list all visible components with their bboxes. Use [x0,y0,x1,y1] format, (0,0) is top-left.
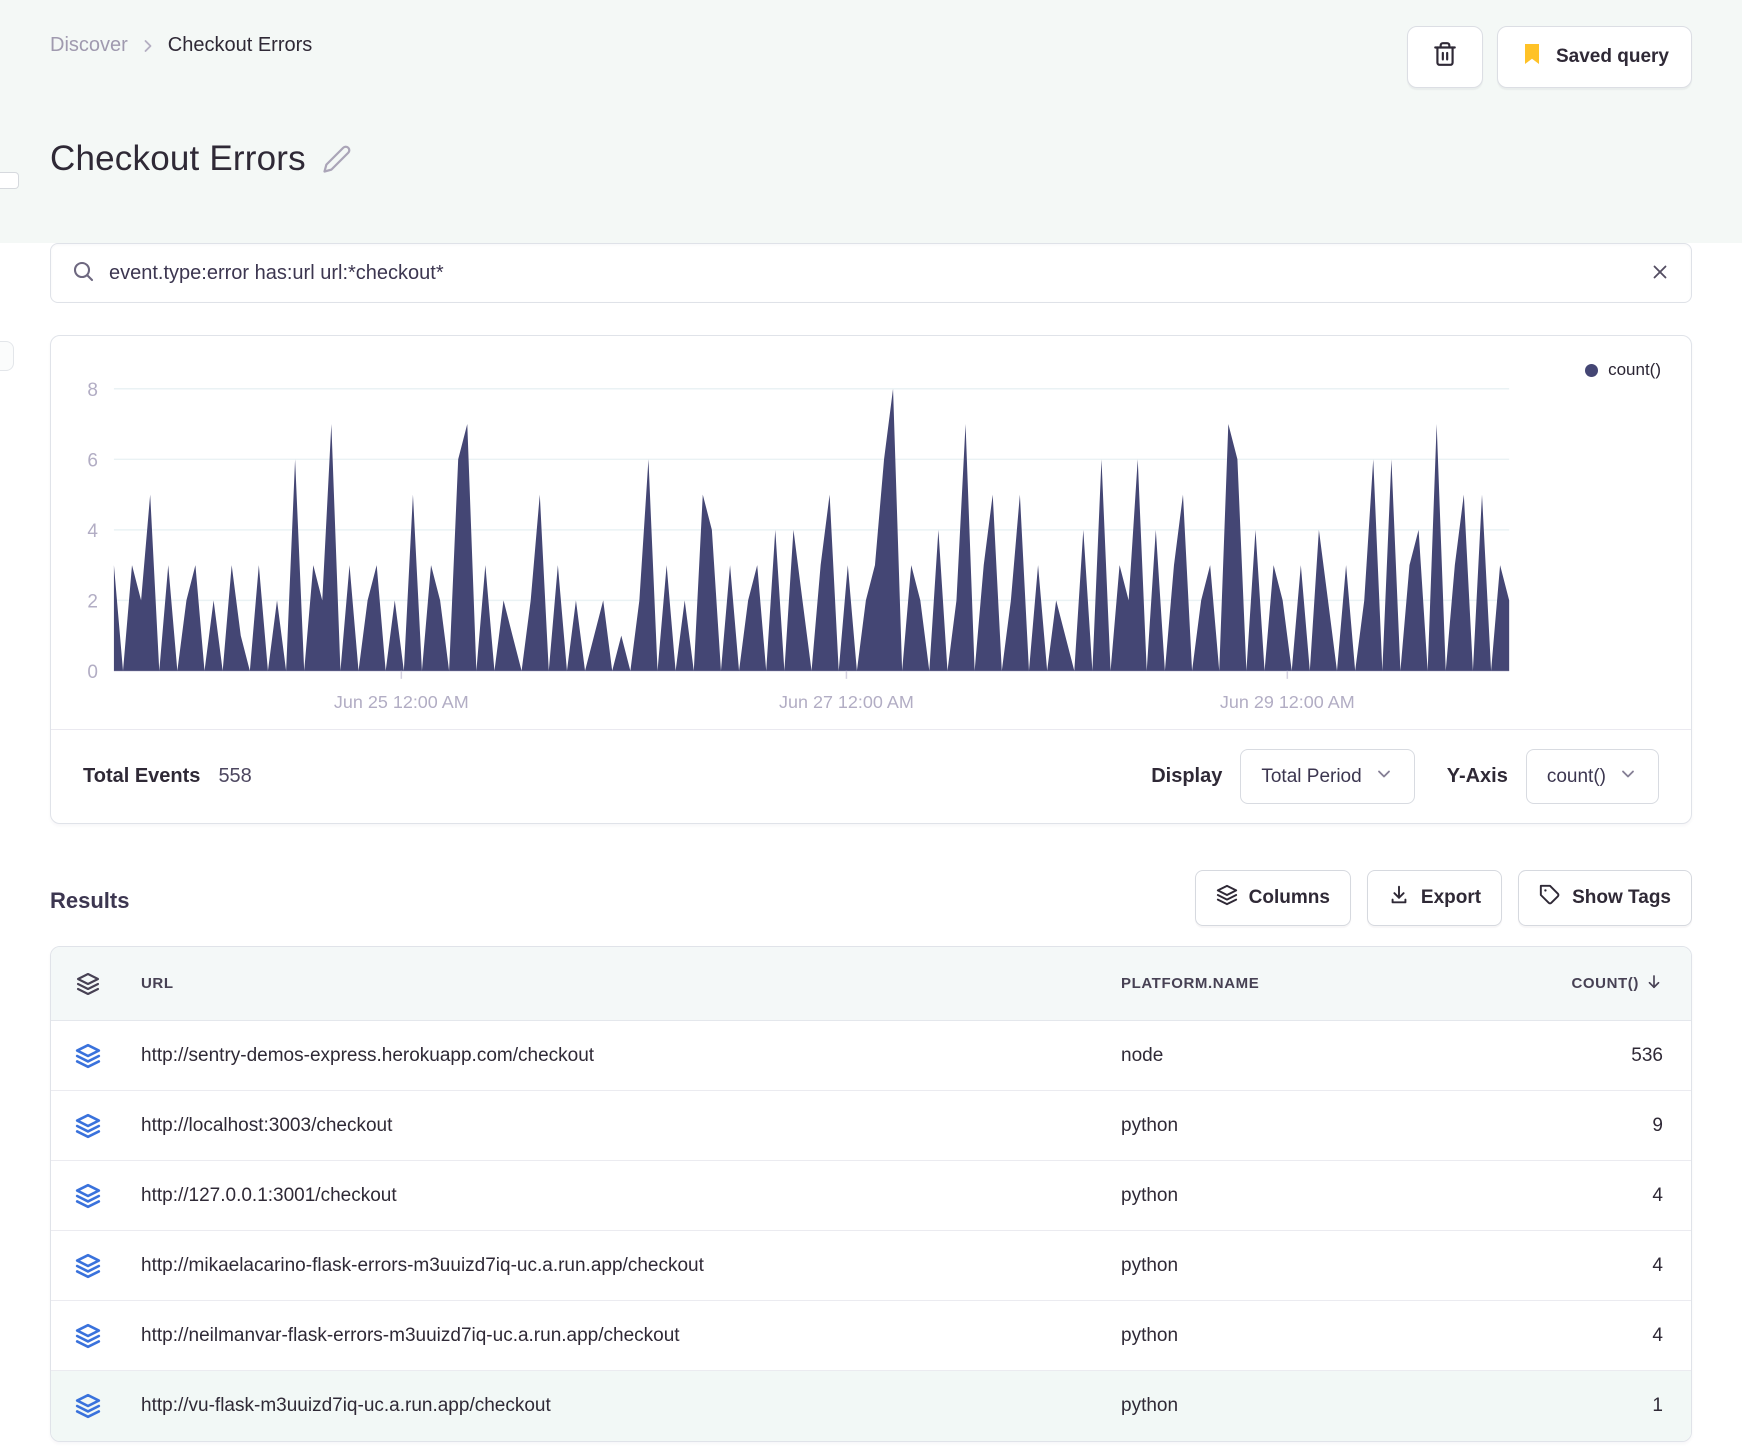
row-count: 9 [1652,1114,1663,1136]
row-count: 4 [1652,1254,1663,1276]
chart-legend[interactable]: count() [1585,360,1661,380]
row-layers-icon[interactable] [51,1113,125,1139]
search-bar [50,243,1692,303]
display-select-value: Total Period [1261,765,1362,787]
export-button-label: Export [1420,887,1482,908]
table-row[interactable]: http://sentry-demos-express.herokuapp.co… [51,1021,1691,1091]
layers-icon [1216,884,1238,912]
display-label: Display [1151,765,1223,787]
chart-footer: Total Events 558 Display Total Period Y-… [51,729,1691,823]
yaxis-select-value: count() [1546,765,1606,787]
row-url[interactable]: http://mikaelacarino-flask-errors-m3uuiz… [125,1255,1121,1277]
show-tags-button[interactable]: Show Tags [1518,870,1692,926]
total-events-value: 558 [218,765,252,787]
row-count: 536 [1631,1044,1663,1066]
total-events-label: Total Events [83,765,201,787]
table-row[interactable]: http://localhost:3003/checkout python 9 [51,1091,1691,1161]
close-icon [1649,261,1671,286]
table-row[interactable]: http://127.0.0.1:3001/checkout python 4 [51,1161,1691,1231]
sort-desc-arrow-icon [1645,973,1663,995]
breadcrumb-current: Checkout Errors [167,34,313,56]
row-url[interactable]: http://127.0.0.1:3001/checkout [125,1185,1121,1207]
results-heading: Results [50,888,130,913]
legend-label: count() [1608,360,1661,379]
page-header: Discover Checkout Errors Saved query Che… [0,0,1742,215]
search-input[interactable] [109,261,1635,285]
row-count: 1 [1652,1395,1663,1416]
row-layers-icon[interactable] [51,1253,125,1279]
yaxis-select[interactable]: count() [1525,749,1659,804]
row-url[interactable]: http://sentry-demos-express.herokuapp.co… [125,1045,1121,1067]
saved-query-button[interactable]: Saved query [1497,26,1692,88]
row-url[interactable]: http://localhost:3003/checkout [125,1115,1121,1137]
row-platform: python [1121,1395,1179,1416]
download-icon [1388,884,1410,912]
row-platform: node [1121,1044,1164,1066]
search-icon [71,259,95,288]
tag-icon [1539,884,1561,912]
table-header-row: URL PLATFORM.NAME COUNT() [51,947,1691,1021]
sidebar-collapse-handle[interactable] [0,172,19,189]
events-chart-svg: 0 2 4 6 8 Jun 25 12:00 AM Jun 27 12:00 AM Jun 2… [87,380,1510,712]
svg-text:6: 6 [87,450,98,471]
chevron-down-icon [1374,764,1394,790]
yaxis-label: Y-Axis [1446,765,1508,787]
sidebar-expand-handle[interactable] [0,341,14,371]
row-url[interactable]: http://neilmanvar-flask-errors-m3uuizd7i… [125,1325,1121,1347]
row-platform: python [1121,1184,1179,1206]
column-header-url[interactable]: URL [125,975,1121,992]
svg-text:2: 2 [87,591,98,612]
results-table-body: http://sentry-demos-express.herokuapp.co… [51,1021,1691,1441]
row-layers-icon[interactable] [51,1393,125,1419]
row-count: 4 [1652,1184,1663,1206]
column-header-count[interactable]: COUNT() [1521,973,1691,995]
delete-query-button[interactable] [1407,26,1483,88]
column-header-platform[interactable]: PLATFORM.NAME [1121,975,1521,992]
legend-dot-icon [1585,363,1599,377]
header-layers-icon[interactable] [51,972,125,996]
bookmark-icon [1520,42,1544,72]
show-tags-button-label: Show Tags [1572,887,1671,908]
svg-text:Jun 25 12:00 AM: Jun 25 12:00 AM [334,692,469,712]
row-count: 4 [1652,1324,1663,1346]
table-row[interactable]: http://vu-flask-m3uuizd7iq-uc.a.run.app/… [51,1371,1691,1441]
svg-text:8: 8 [87,380,98,401]
events-chart-panel: count() 0 2 4 6 8 Jun 25 12:00 AM Jun 27 12:00… [50,335,1692,824]
results-table: URL PLATFORM.NAME COUNT() http://sentry-… [50,946,1692,1442]
svg-text:4: 4 [87,521,98,542]
page-title: Checkout Errors [50,138,306,178]
chevron-right-icon [138,36,158,56]
edit-title-pencil-icon[interactable] [322,144,352,179]
row-url[interactable]: http://vu-flask-m3uuizd7iq-uc.a.run.app/… [125,1395,1121,1417]
export-button[interactable]: Export [1366,870,1503,926]
row-platform: python [1121,1114,1179,1136]
clear-search-button[interactable] [1649,261,1671,286]
count-header-label: COUNT() [1571,975,1639,992]
columns-button[interactable]: Columns [1194,870,1351,926]
columns-button-label: Columns [1248,887,1330,908]
row-layers-icon[interactable] [51,1043,125,1069]
table-row[interactable]: http://mikaelacarino-flask-errors-m3uuiz… [51,1231,1691,1301]
svg-text:Jun 29 12:00 AM: Jun 29 12:00 AM [1220,692,1355,712]
row-platform: python [1121,1324,1179,1346]
row-layers-icon[interactable] [51,1323,125,1349]
svg-text:0: 0 [87,662,98,683]
trash-icon [1432,41,1458,73]
main-content: count() 0 2 4 6 8 Jun 25 12:00 AM Jun 27 12:00… [0,243,1742,1456]
saved-query-label: Saved query [1556,46,1669,67]
row-platform: python [1121,1254,1179,1276]
events-chart[interactable]: 0 2 4 6 8 Jun 25 12:00 AM Jun 27 12:00 AM Jun 2… [51,336,1691,721]
row-layers-icon[interactable] [51,1183,125,1209]
svg-text:Jun 27 12:00 AM: Jun 27 12:00 AM [779,692,914,712]
chevron-down-icon [1618,764,1638,790]
breadcrumb-discover[interactable]: Discover [50,34,128,57]
breadcrumb: Discover Checkout Errors [50,34,312,57]
table-row[interactable]: http://neilmanvar-flask-errors-m3uuizd7i… [51,1301,1691,1371]
display-select[interactable]: Total Period [1240,749,1415,804]
